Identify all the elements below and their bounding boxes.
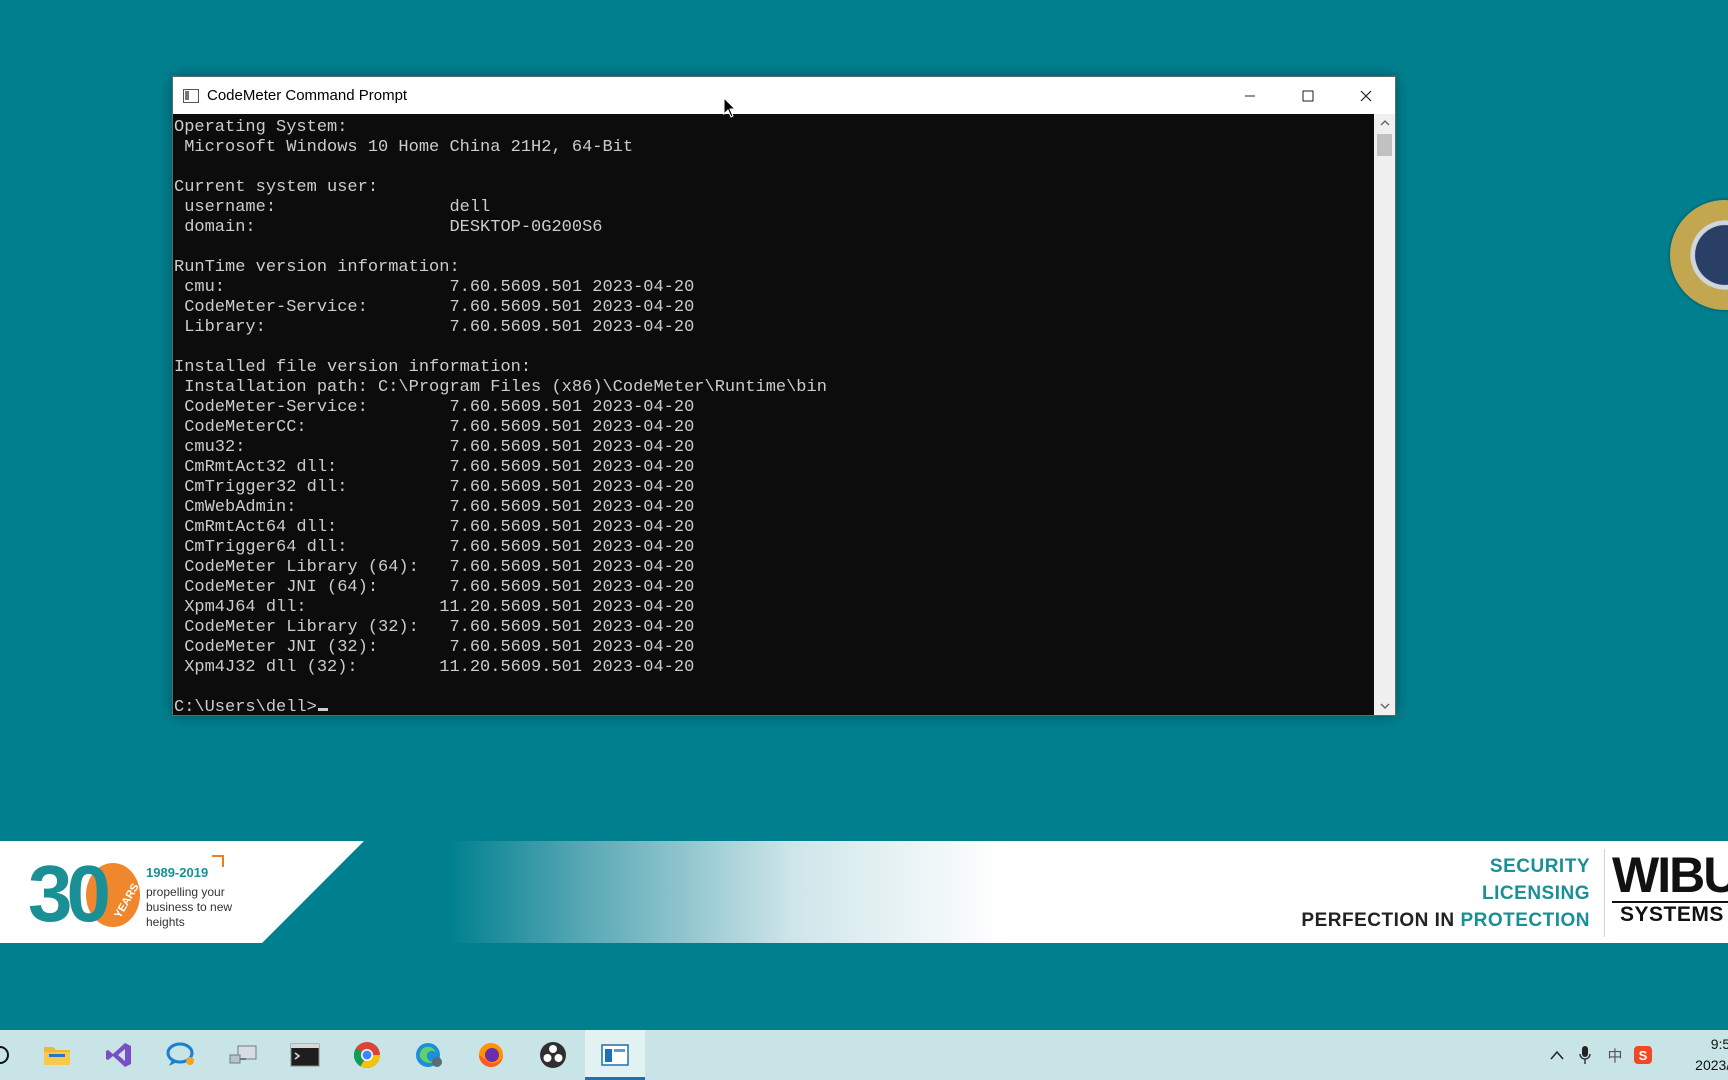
console-line: CodeMeter-Service: 7.60.5609.501 2023-04… (184, 298, 695, 317)
tray-microphone[interactable] (1574, 1043, 1596, 1067)
slogan-accent: PROTECTION (1460, 910, 1590, 931)
ime-icon[interactable]: 中 (1604, 1043, 1626, 1067)
vertical-scrollbar[interactable] (1374, 114, 1395, 715)
codemeter-console-icon (601, 1044, 629, 1066)
scrollbar-thumb[interactable] (1377, 134, 1392, 156)
scroll-down-arrow-icon (1380, 703, 1389, 709)
console-line: cmu32: 7.60.5609.501 2023-04-20 (184, 438, 695, 457)
anniversary-panel: 30 YEARS 1989-2019 propelling your busin… (0, 841, 364, 943)
minimize-icon (1245, 95, 1255, 96)
close-icon (1360, 90, 1372, 101)
svg-text:S: S (1639, 1048, 1648, 1063)
window-titlebar[interactable]: CodeMeter Command Prompt (173, 77, 1395, 114)
console-line: CmWebAdmin: 7.60.5609.501 2023-04-20 (184, 498, 695, 517)
wibu-banner: 30 YEARS 1989-2019 propelling your busin… (0, 841, 1728, 943)
firefox-icon (479, 1043, 503, 1067)
scroll-down-button[interactable] (1374, 697, 1395, 715)
console-text: Operating System: Microsoft Windows 10 H… (173, 114, 1373, 715)
sogou-input-icon: S (1634, 1046, 1652, 1064)
console-window[interactable]: CodeMeter Command Prompt Operating Syste… (172, 76, 1396, 716)
anniversary-number: 30 (28, 849, 111, 938)
wibu-logo: WIBU (1612, 847, 1728, 903)
taskbar-item-network-tool[interactable] (213, 1030, 273, 1080)
console-line: Current system user: (174, 178, 379, 197)
taskbar-item-chrome[interactable] (337, 1030, 397, 1080)
slogan-prefix: PERFECTION IN (1301, 910, 1461, 931)
console-line: CmRmtAct32 dll: 7.60.5609.501 2023-04-20 (184, 458, 695, 477)
chrome-icon (353, 1042, 381, 1069)
maximize-button[interactable] (1279, 77, 1337, 114)
console-line: CodeMeter Library (32): 7.60.5609.501 20… (184, 618, 695, 637)
console-line: Operating System: (174, 118, 348, 137)
console-lines: Operating System: Microsoft Windows 10 H… (174, 118, 827, 677)
console-line: CodeMeter JNI (32): 7.60.5609.501 2023-0… (184, 638, 695, 657)
scroll-up-arrow-icon (1380, 120, 1389, 126)
microphone-icon (1579, 1046, 1591, 1064)
console-line: CodeMeter-Service: 7.60.5609.501 2023-04… (184, 398, 695, 417)
console-line: Installed file version information: (174, 358, 532, 377)
maximize-icon (1302, 90, 1314, 101)
console-line: CodeMeter JNI (64): 7.60.5609.501 2023-0… (184, 578, 695, 597)
console-output[interactable]: Operating System: Microsoft Windows 10 H… (173, 114, 1373, 715)
anniversary-tagline: propelling your business to new heights (146, 885, 233, 929)
text-cursor (317, 708, 328, 711)
window-title: CodeMeter Command Prompt (207, 87, 408, 104)
taskbar-item-terminal[interactable] (275, 1030, 335, 1080)
tray-sogou-input[interactable]: S (1632, 1043, 1654, 1067)
console-line: Library: 7.60.5609.501 2023-04-20 (184, 318, 695, 337)
console-line: CmRmtAct64 dll: 7.60.5609.501 2023-04-20 (184, 518, 695, 537)
console-line: CmTrigger32 dll: 7.60.5609.501 2023-04-2… (184, 478, 695, 497)
seal-badge-icon (1670, 200, 1728, 310)
clock-time: 9:51 (1710, 1036, 1728, 1052)
console-line: Microsoft Windows 10 Home China 21H2, 64… (184, 138, 634, 157)
close-button[interactable] (1337, 77, 1395, 114)
console-line: cmu: 7.60.5609.501 2023-04-20 (184, 278, 695, 297)
taskbar-item-visual-studio[interactable] (89, 1030, 149, 1080)
chat-icon (166, 1042, 194, 1066)
scroll-up-button[interactable] (1374, 114, 1395, 132)
banner-slogan: SECURITY LICENSING PERFECTION IN PROTECT… (1301, 853, 1590, 934)
search-button[interactable] (0, 1030, 14, 1080)
obs-icon (540, 1042, 566, 1068)
taskbar-item-obs[interactable] (523, 1030, 583, 1080)
chevron-up-icon (1550, 1050, 1564, 1060)
network-tool-icon (229, 1045, 257, 1064)
corner-bracket-icon (212, 855, 224, 867)
console-line: Xpm4J32 dll (32): 11.20.5609.501 2023-04… (184, 658, 695, 677)
visual-studio-icon (106, 1043, 131, 1067)
console-app-icon (183, 88, 199, 103)
banner-divider (1604, 849, 1605, 937)
edge-icon (416, 1043, 442, 1067)
taskbar: 中 S 9:51 2023/7 (0, 1030, 1728, 1080)
clock-date: 2023/7 (1695, 1057, 1728, 1073)
console-line: username: dell (184, 198, 491, 217)
command-prompt[interactable]: C:\Users\dell> (174, 698, 317, 715)
slogan-line-protection: PERFECTION IN PROTECTION (1301, 907, 1590, 934)
tray-overflow-button[interactable] (1546, 1043, 1568, 1067)
slogan-line-security: SECURITY (1489, 856, 1590, 877)
taskbar-item-file-explorer[interactable] (27, 1030, 87, 1080)
slogan-line-licensing: LICENSING (1482, 883, 1590, 904)
console-line: Xpm4J64 dll: 11.20.5609.501 2023-04-20 (184, 598, 695, 617)
search-icon (0, 1046, 9, 1064)
console-line: Installation path: C:\Program Files (x86… (184, 378, 827, 397)
terminal-icon (290, 1043, 320, 1067)
console-line: CodeMeterCC: 7.60.5609.501 2023-04-20 (184, 418, 695, 437)
console-line: domain: DESKTOP-0G200S6 (184, 218, 603, 237)
minimize-button[interactable] (1221, 77, 1279, 114)
taskbar-item-codemeter-console[interactable] (585, 1030, 645, 1080)
console-line: CodeMeter Library (64): 7.60.5609.501 20… (184, 558, 695, 577)
mouse-pointer-icon (723, 97, 737, 118)
system-tray: 中 S 9:51 2023/7 (1530, 1030, 1728, 1080)
wibu-logo-subtext: SYSTEMS (1620, 903, 1724, 926)
taskbar-item-firefox[interactable] (461, 1030, 521, 1080)
taskbar-item-chat[interactable] (151, 1030, 211, 1080)
file-explorer-icon (44, 1047, 70, 1065)
taskbar-item-edge[interactable] (399, 1030, 459, 1080)
taskbar-clock[interactable]: 9:51 2023/7 (1678, 1034, 1728, 1076)
anniversary-range: 1989-2019 (146, 865, 209, 880)
console-line: RunTime version information: (174, 258, 460, 277)
console-line: CmTrigger64 dll: 7.60.5609.501 2023-04-2… (184, 538, 695, 557)
